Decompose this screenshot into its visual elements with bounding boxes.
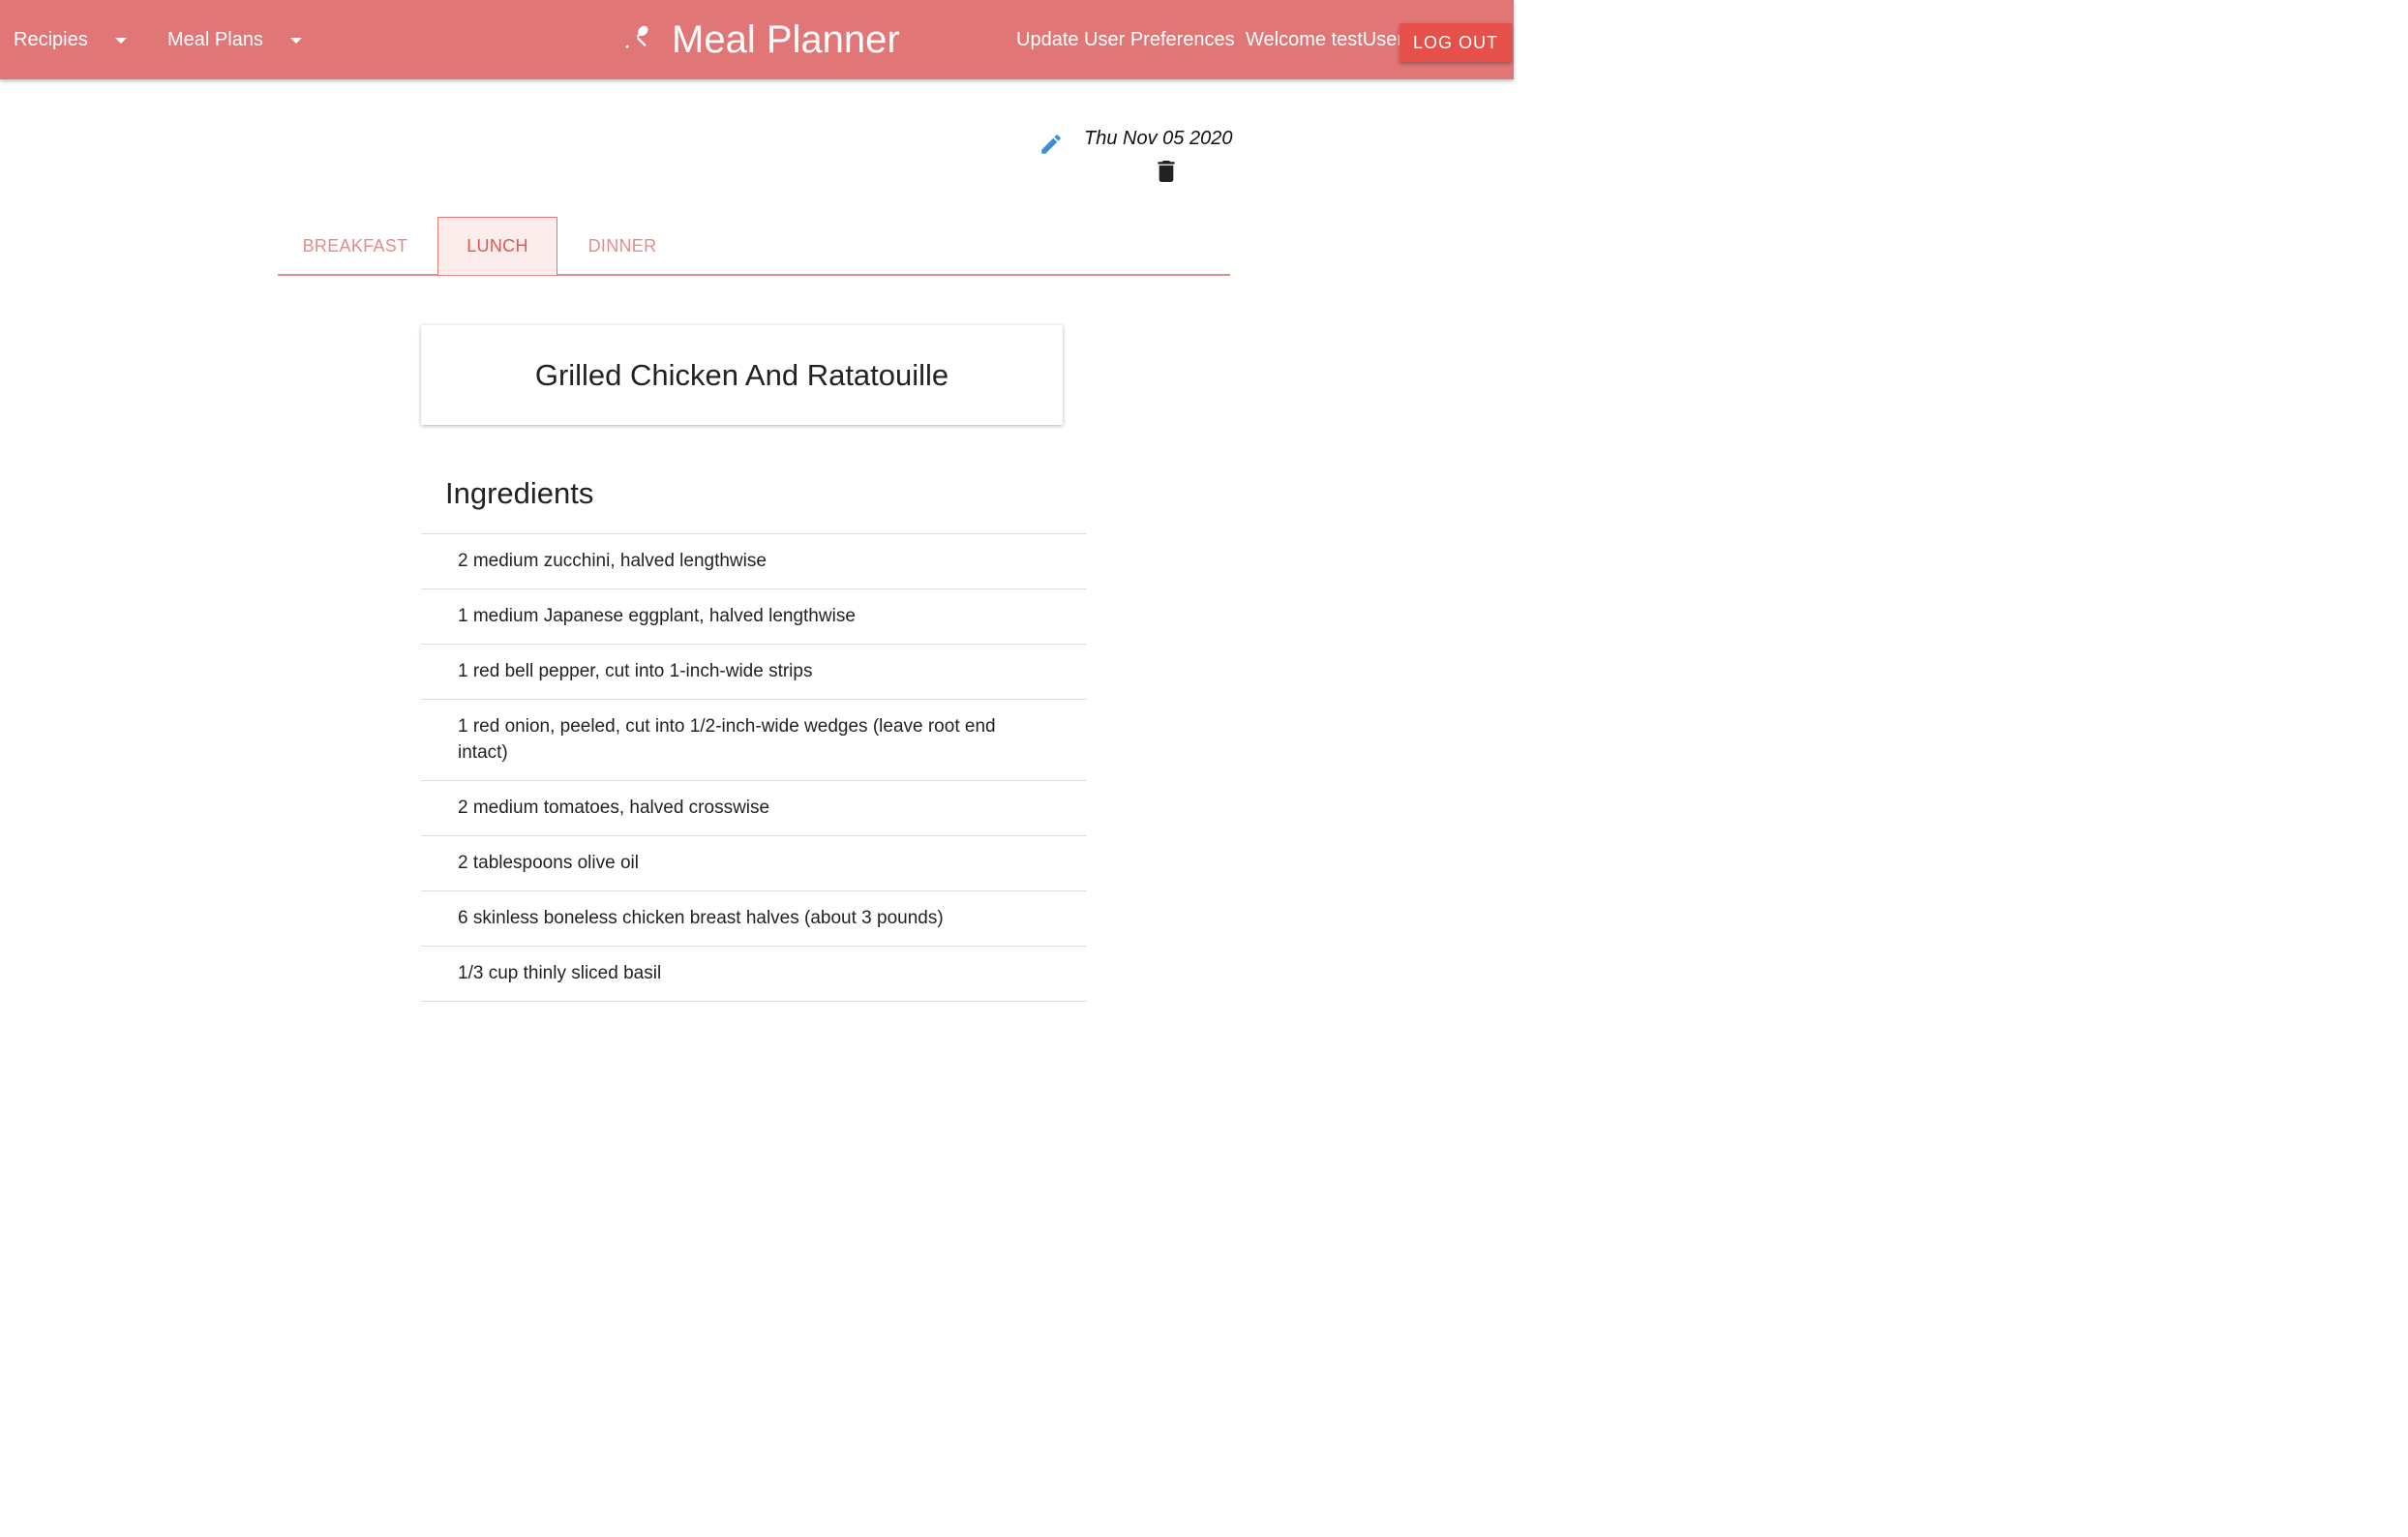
app-brand[interactable]: Meal Planner: [623, 0, 900, 79]
recipes-dropdown[interactable]: Recipies: [14, 0, 127, 79]
list-item: 1/3 cup thinly sliced basil: [421, 947, 1087, 1002]
meal-plans-dropdown-label: Meal Plans: [167, 28, 263, 50]
ingredients-heading: Ingredients: [445, 476, 594, 510]
chevron-down-icon: [289, 38, 302, 44]
list-item: 6 skinless boneless chicken breast halve…: [421, 891, 1087, 947]
top-navbar: Recipies Meal Plans Meal Planner Update …: [0, 0, 1514, 79]
recipes-dropdown-label: Recipies: [14, 28, 88, 50]
plan-date: Thu Nov 05 2020: [1084, 128, 1233, 149]
fork-knife-icon: [625, 25, 648, 48]
ingredients-list: 2 medium zucchini, halved lengthwise 1 m…: [421, 533, 1087, 1002]
list-item: 1 red bell pepper, cut into 1-inch-wide …: [421, 645, 1087, 700]
logout-button[interactable]: LOG OUT: [1400, 23, 1512, 62]
tab-breakfast[interactable]: BREAKFAST: [278, 217, 433, 275]
chevron-down-icon: [114, 38, 127, 44]
tab-lunch[interactable]: LUNCH: [437, 217, 557, 275]
welcome-text: Welcome testUser: [1246, 28, 1404, 50]
tab-dinner[interactable]: DINNER: [562, 217, 682, 275]
meal-plans-dropdown[interactable]: Meal Plans: [167, 0, 302, 79]
list-item: 1 red onion, peeled, cut into 1/2-inch-w…: [421, 700, 1087, 781]
list-item: 2 medium zucchini, halved lengthwise: [421, 534, 1087, 589]
pencil-icon[interactable]: [1038, 132, 1064, 162]
list-item: 1 medium Japanese eggplant, halved lengt…: [421, 589, 1087, 645]
app-title: Meal Planner: [672, 17, 900, 61]
list-item: 2 tablespoons olive oil: [421, 836, 1087, 891]
recipe-title-card[interactable]: Grilled Chicken And Ratatouille: [421, 325, 1063, 425]
trash-icon[interactable]: [1158, 161, 1175, 187]
update-preferences-link[interactable]: Update User Preferences: [1016, 0, 1235, 79]
meal-tabs: BREAKFAST LUNCH DINNER: [278, 217, 1230, 276]
recipe-title: Grilled Chicken And Ratatouille: [534, 357, 949, 392]
list-item: 2 medium tomatoes, halved crosswise: [421, 781, 1087, 836]
